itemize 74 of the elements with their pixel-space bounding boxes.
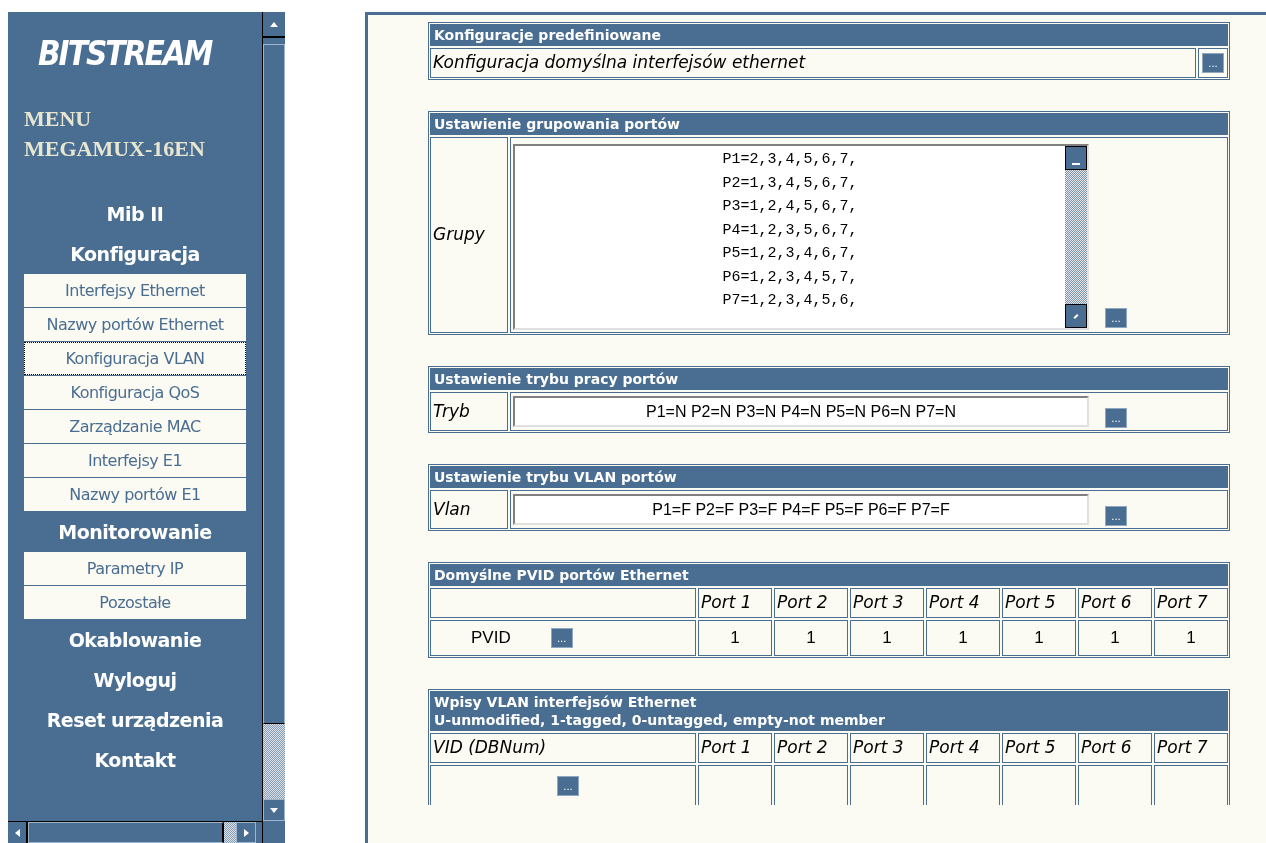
more-button[interactable]: ... xyxy=(557,775,579,796)
menu-item[interactable]: Pozostałe xyxy=(24,586,246,619)
table-cell: Port 4 xyxy=(926,733,1000,763)
value-field[interactable]: P1=F P2=F P3=F P4=F P5=F P6=F P7=F xyxy=(513,494,1089,525)
menu-item[interactable]: Interfejsy Ethernet xyxy=(24,274,246,307)
table-cell: Port 6 xyxy=(1078,733,1152,763)
group-line: P6=1,2,3,4,5,7, xyxy=(722,267,858,288)
menu-heading[interactable]: Okablowanie xyxy=(68,625,202,655)
menu-item[interactable]: Parametry IP xyxy=(24,552,246,585)
menu-item[interactable]: Interfejsy E1 xyxy=(24,444,246,477)
table-cell: Port 2 xyxy=(774,733,848,763)
preset-name: Konfiguracja domyślna interfejsów ethernet xyxy=(433,51,806,75)
table-cell: 1 xyxy=(1154,620,1228,656)
menu-heading[interactable]: Kontakt xyxy=(94,745,176,775)
group-line: P2=1,3,4,5,6,7, xyxy=(722,173,858,194)
table-cell: Port 7 xyxy=(1154,733,1228,763)
table-cell: Port 2 xyxy=(774,588,848,618)
table-cell: Port 1 xyxy=(698,588,772,618)
groups-textarea[interactable]: P1=2,3,4,5,6,7, P2=1,3,4,5,6,7, P3=1,2,4,5,6,7, P4=1,2,3,5,6,7, P5=1,2,3,4,6,7, P6=1,2,3,4,5,7, P7=1,2,3,4,5,6, xyxy=(513,144,1089,330)
scroll-down-icon[interactable] xyxy=(1065,304,1087,328)
section-header: Ustawienie grupowania portów xyxy=(430,113,1228,135)
menu-item[interactable]: Konfiguracja QoS xyxy=(24,376,246,409)
value-field[interactable]: P1=N P2=N P3=N P4=N P5=N P6=N P7=N xyxy=(513,396,1089,427)
scroll-down-icon[interactable] xyxy=(263,799,285,821)
group-line: P4=1,2,3,5,6,7, xyxy=(722,220,858,241)
section-header: Domyślne PVID portów Ethernet xyxy=(430,564,1228,586)
legend-text: U-unmodified, 1-tagged, 0-untagged, empty-not member xyxy=(434,711,887,729)
menu-item[interactable]: Zarządzanie MAC xyxy=(24,410,246,443)
menu-heading[interactable]: Mib II xyxy=(106,199,164,229)
group-line: P3=1,2,4,5,6,7, xyxy=(722,197,858,217)
menu-heading[interactable]: Wyloguj xyxy=(93,665,177,695)
group-line: P5=1,2,3,4,6,7, xyxy=(722,244,858,264)
table-cell: Port 6 xyxy=(1078,588,1152,618)
menu-heading[interactable]: Monitorowanie xyxy=(58,517,212,547)
table-cell: Port 5 xyxy=(1002,588,1076,618)
table-cell: Port 3 xyxy=(850,588,924,618)
field-label: Vlan xyxy=(433,497,471,521)
scroll-up-icon[interactable] xyxy=(1065,146,1087,170)
more-button[interactable]: ... xyxy=(1105,407,1127,428)
group-line: P1=2,3,4,5,6,7, xyxy=(722,150,858,170)
field-label: Grupy xyxy=(433,223,485,247)
table-cell: 1 xyxy=(1002,620,1076,656)
more-button[interactable]: ... xyxy=(1105,308,1127,328)
menu-item[interactable]: Nazwy portów Ethernet xyxy=(24,308,246,341)
table-cell: Port 5 xyxy=(1002,733,1076,763)
scrollbar-track[interactable] xyxy=(224,822,236,843)
table-cell: 1 xyxy=(698,620,772,656)
row-label: PVID xyxy=(471,627,511,650)
table-cell: 1 xyxy=(926,620,1000,656)
more-button[interactable]: ... xyxy=(1105,505,1127,526)
table-cell: 1 xyxy=(850,620,924,656)
more-button[interactable]: ... xyxy=(1202,53,1224,73)
menu-item[interactable]: Konfiguracja VLAN xyxy=(24,342,246,375)
section-title: Wpisy VLAN interfejsów Ethernet xyxy=(434,693,698,711)
section-header: Ustawienie trybu pracy portów xyxy=(430,368,1228,390)
table-cell: 1 xyxy=(1078,620,1152,656)
scroll-right-icon[interactable] xyxy=(236,822,256,843)
field-label: Tryb xyxy=(433,399,470,423)
table-cell: Port 3 xyxy=(850,733,924,763)
section-header: Ustawienie trybu VLAN portów xyxy=(430,466,1228,488)
table-cell: 1 xyxy=(774,620,848,656)
table-cell: Port 4 xyxy=(926,588,1000,618)
table-cell: Port 7 xyxy=(1154,588,1228,618)
table-cell: VID (DBNum) xyxy=(430,733,696,763)
section-header: Konfiguracje predefiniowane xyxy=(430,24,1228,46)
group-line: P7=1,2,3,4,5,6, xyxy=(722,291,858,311)
table-cell: Port 1 xyxy=(698,733,772,763)
menu-heading[interactable]: Konfiguracja xyxy=(70,239,200,269)
menu-title: MEGAMUX-16EN xyxy=(24,135,205,163)
menu-item[interactable]: Nazwy portów E1 xyxy=(24,478,246,511)
more-button[interactable]: ... xyxy=(550,628,573,648)
menu-title: MENU xyxy=(24,105,92,133)
logo: BITSTREAM xyxy=(38,33,212,75)
menu-heading[interactable]: Reset urządzenia xyxy=(46,705,224,735)
